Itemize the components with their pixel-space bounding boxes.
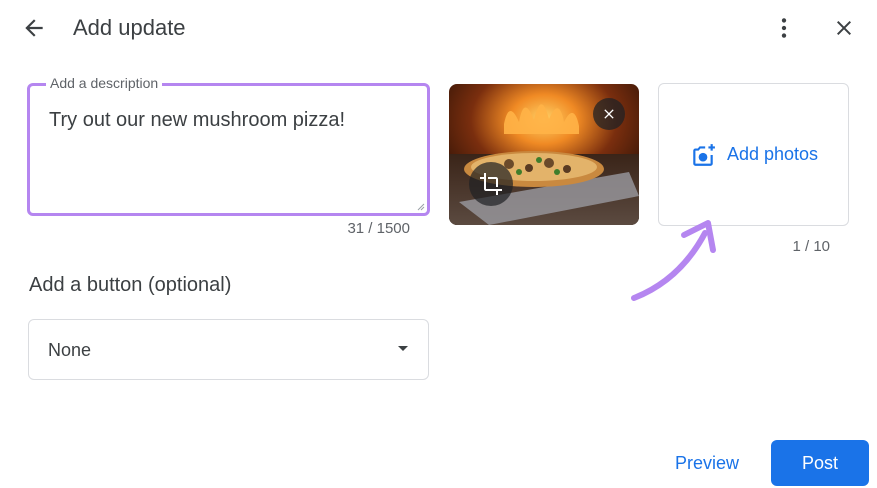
crop-photo-button[interactable] [469, 162, 513, 206]
add-photo-icon [693, 143, 715, 166]
post-button[interactable]: Post [771, 440, 869, 486]
add-button-heading: Add a button (optional) [29, 274, 232, 296]
remove-photo-icon [604, 109, 614, 119]
add-update-dialog: Add update Add a description Try out our… [0, 0, 877, 488]
resize-grip-icon[interactable] [417, 203, 425, 211]
button-type-select[interactable]: None [28, 319, 429, 380]
annotation-arrow [631, 220, 716, 301]
close-icon [837, 21, 851, 35]
dialog-title: Add update [73, 15, 186, 40]
add-photos-label: Add photos [726, 144, 819, 164]
arrow-back-icon [25, 19, 43, 37]
preview-button[interactable]: Preview [660, 440, 754, 486]
crop-icon [480, 173, 502, 195]
more-vert-icon [781, 18, 787, 38]
character-count: 31 / 1500 [347, 220, 410, 237]
remove-photo-button[interactable] [593, 98, 625, 130]
photo-thumbnail[interactable] [449, 84, 639, 225]
description-field[interactable]: Add a description Try out our new mushro… [27, 74, 430, 216]
more-options-button[interactable] [768, 12, 800, 44]
back-button[interactable] [18, 12, 50, 44]
close-button[interactable] [828, 12, 860, 44]
description-label: Add a description [46, 74, 163, 92]
description-text[interactable]: Try out our new mushroom pizza! [49, 107, 345, 133]
dropdown-caret-icon [398, 346, 408, 351]
photo-count: 1 / 10 [792, 238, 830, 255]
button-type-value: None [48, 340, 92, 360]
